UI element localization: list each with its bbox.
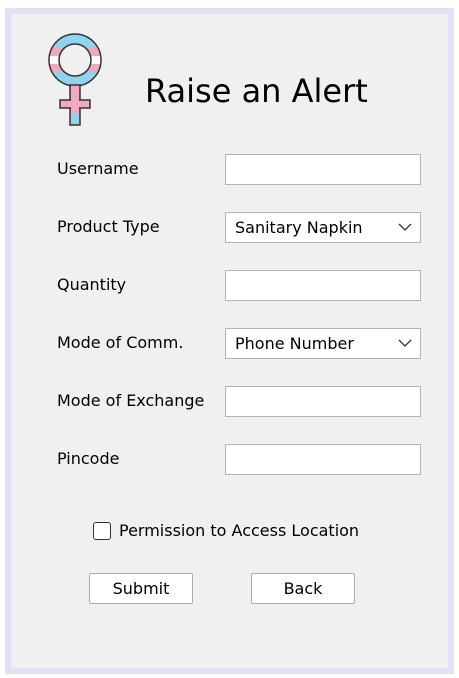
mode-of-comm-value: Phone Number xyxy=(235,334,354,353)
pincode-label: Pincode xyxy=(57,449,120,468)
username-input[interactable] xyxy=(225,154,421,185)
submit-button[interactable]: Submit xyxy=(89,573,193,604)
back-button[interactable]: Back xyxy=(251,573,355,604)
mode-of-exchange-label: Mode of Exchange xyxy=(57,391,205,410)
female-symbol-icon xyxy=(48,33,102,126)
window-frame: Raise an Alert Username Product Type San… xyxy=(5,8,454,674)
username-label: Username xyxy=(57,159,139,178)
pincode-input[interactable] xyxy=(225,444,421,475)
quantity-label: Quantity xyxy=(57,275,127,294)
product-type-value: Sanitary Napkin xyxy=(235,218,363,237)
product-type-label: Product Type xyxy=(57,217,160,236)
permission-checkbox[interactable] xyxy=(93,522,111,540)
quantity-input[interactable] xyxy=(225,270,421,301)
permission-label[interactable]: Permission to Access Location xyxy=(119,521,359,540)
mode-of-comm-label: Mode of Comm. xyxy=(57,333,184,352)
product-type-select[interactable]: Sanitary Napkin xyxy=(225,212,421,243)
form-panel: Raise an Alert Username Product Type San… xyxy=(11,14,448,668)
chevron-down-icon xyxy=(398,223,412,231)
chevron-down-icon xyxy=(398,339,412,347)
page-title: Raise an Alert xyxy=(145,72,368,110)
mode-of-exchange-input[interactable] xyxy=(225,386,421,417)
mode-of-comm-select[interactable]: Phone Number xyxy=(225,328,421,359)
